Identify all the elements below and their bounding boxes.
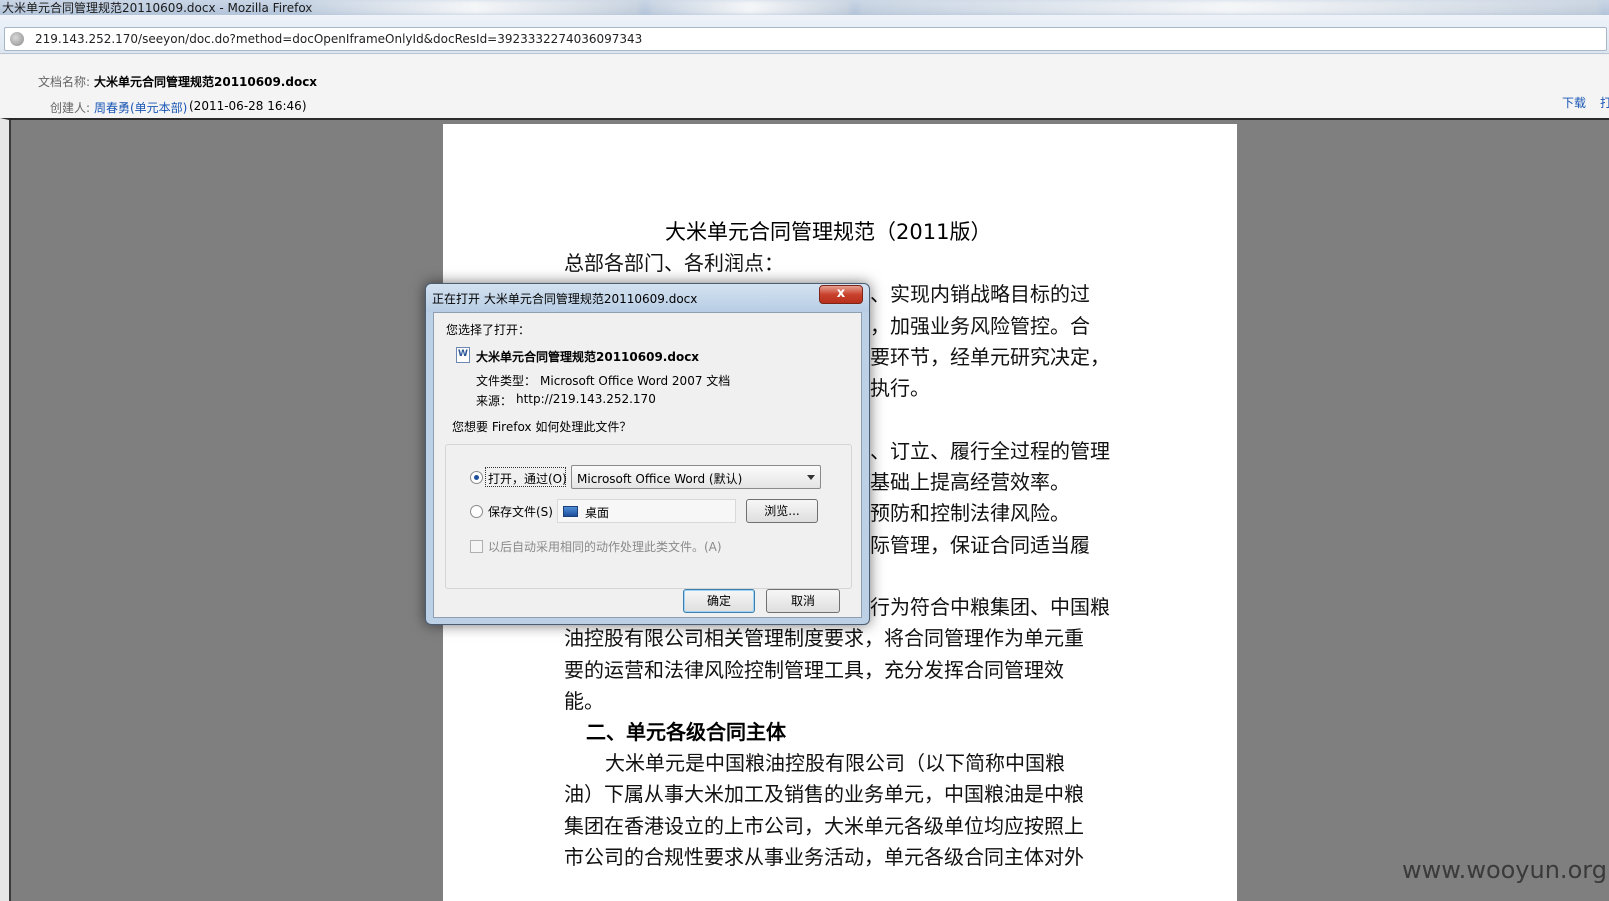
section-heading: 二、单元各级合同主体 xyxy=(586,720,786,744)
doc-line: 际管理，保证合同适当履 xyxy=(870,533,1090,557)
print-link[interactable]: 打 xyxy=(1600,94,1609,111)
doc-line: 预防和控制法律风险。 xyxy=(870,501,1070,525)
doc-line: 、实现内销战略目标的过 xyxy=(870,282,1090,306)
doc-line: 基础上提高经营效率。 xyxy=(870,470,1070,494)
document-header: 文档名称: 大米单元合同管理规范20110609.docx 创建人: 周春勇(单… xyxy=(0,55,1609,118)
created-time: (2011-06-28 16:46) xyxy=(189,99,307,113)
file-type-label: 文件类型： xyxy=(476,374,537,388)
save-folder-field: 桌面 xyxy=(557,499,736,523)
dialog-titlebar[interactable]: 正在打开 大米单元合同管理规范20110609.docx x xyxy=(426,284,869,312)
close-icon: x xyxy=(836,286,846,301)
chosen-label: 您选择了打开： xyxy=(446,323,531,337)
close-button[interactable]: x xyxy=(819,285,863,304)
doc-line: 执行。 xyxy=(870,376,930,400)
viewer-divider xyxy=(9,120,11,901)
doc-line: 能。 xyxy=(564,689,604,713)
cancel-button[interactable]: 取消 xyxy=(766,589,840,613)
open-file-dialog: 正在打开 大米单元合同管理规范20110609.docx x 您选择了打开： 大… xyxy=(425,283,870,625)
creator-link[interactable]: 周春勇(单元本部) xyxy=(94,99,187,116)
open-with-app-select[interactable]: Microsoft Office Word (默认) xyxy=(571,465,821,489)
save-folder-value: 桌面 xyxy=(585,506,610,520)
selected-app: Microsoft Office Word (默认) xyxy=(577,472,743,486)
word-document-icon xyxy=(456,347,470,363)
source-value: http://219.143.252.170 xyxy=(516,392,656,406)
dialog-title: 正在打开 大米单元合同管理规范20110609.docx xyxy=(432,292,698,306)
doc-line: 行为符合中粮集团、中国粮 xyxy=(870,595,1110,619)
doc-line: ，加强业务风险管控。合 xyxy=(870,314,1090,338)
window-title: 大米单元合同管理规范20110609.docx - Mozilla Firefo… xyxy=(2,1,313,15)
file-type-value: Microsoft Office Word 2007 文档 xyxy=(540,374,731,388)
doc-line: 要的运营和法律风险控制管理工具，充分发挥合同管理效 xyxy=(564,658,1064,682)
ok-button[interactable]: 确定 xyxy=(683,589,755,613)
download-link[interactable]: 下载 xyxy=(1562,94,1586,111)
chevron-down-icon xyxy=(807,475,815,480)
doc-name-value: 大米单元合同管理规范20110609.docx xyxy=(94,75,318,89)
doc-line: 、订立、履行全过程的管理 xyxy=(870,439,1110,463)
browse-button[interactable]: 浏览... xyxy=(746,499,818,523)
doc-line: 总部各部门、各利润点： xyxy=(564,251,784,275)
document-title: 大米单元合同管理规范（2011版） xyxy=(665,220,992,244)
url-text: 219.143.252.170/seeyon/doc.do?method=doc… xyxy=(35,32,643,46)
doc-line: 市公司的合规性要求从事业务活动，单元各级合同主体对外 xyxy=(564,845,1084,869)
file-name: 大米单元合同管理规范20110609.docx xyxy=(476,350,700,364)
desktop-icon xyxy=(563,506,578,517)
url-bar[interactable]: 219.143.252.170/seeyon/doc.do?method=doc… xyxy=(4,27,1607,51)
open-with-radio[interactable] xyxy=(470,471,483,484)
doc-name-label: 文档名称: xyxy=(38,75,91,89)
doc-line: 要环节，经单元研究决定， xyxy=(870,345,1110,369)
doc-line: 油）下属从事大米加工及销售的业务单元，中国粮油是中粮 xyxy=(564,782,1084,806)
blurred-tab xyxy=(650,0,850,15)
doc-line: 大米单元是中国粮油控股有限公司（以下简称中国粮 xyxy=(605,751,1065,775)
source-label: 来源： xyxy=(476,394,513,408)
navigation-bar: 219.143.252.170/seeyon/doc.do?method=doc… xyxy=(0,15,1609,54)
doc-line: 集团在香港设立的上市公司，大米单元各级单位均应按照上 xyxy=(564,814,1084,838)
site-identity-icon[interactable] xyxy=(10,32,24,46)
doc-line: 油控股有限公司相关管理制度要求，将合同管理作为单元重 xyxy=(564,626,1084,650)
auto-action-label: 以后自动采用相同的动作处理此类文件。(A) xyxy=(488,540,722,554)
handling-question: 您想要 Firefox 如何处理此文件？ xyxy=(452,420,632,434)
open-with-label[interactable]: 打开，通过(O) xyxy=(488,470,567,487)
browser-titlebar: 大米单元合同管理规范20110609.docx - Mozilla Firefo… xyxy=(0,0,1609,15)
dialog-body: 您选择了打开： 大米单元合同管理规范20110609.docx 文件类型： Mi… xyxy=(433,312,862,618)
blurred-tabs-right xyxy=(860,0,1600,15)
blurred-tabs xyxy=(310,0,640,15)
creator-label: 创建人: xyxy=(50,101,91,115)
save-file-label[interactable]: 保存文件(S) xyxy=(488,503,553,520)
save-file-radio[interactable] xyxy=(470,505,483,518)
watermark: www.wooyun.org xyxy=(1402,856,1607,884)
auto-action-checkbox[interactable] xyxy=(470,540,483,553)
